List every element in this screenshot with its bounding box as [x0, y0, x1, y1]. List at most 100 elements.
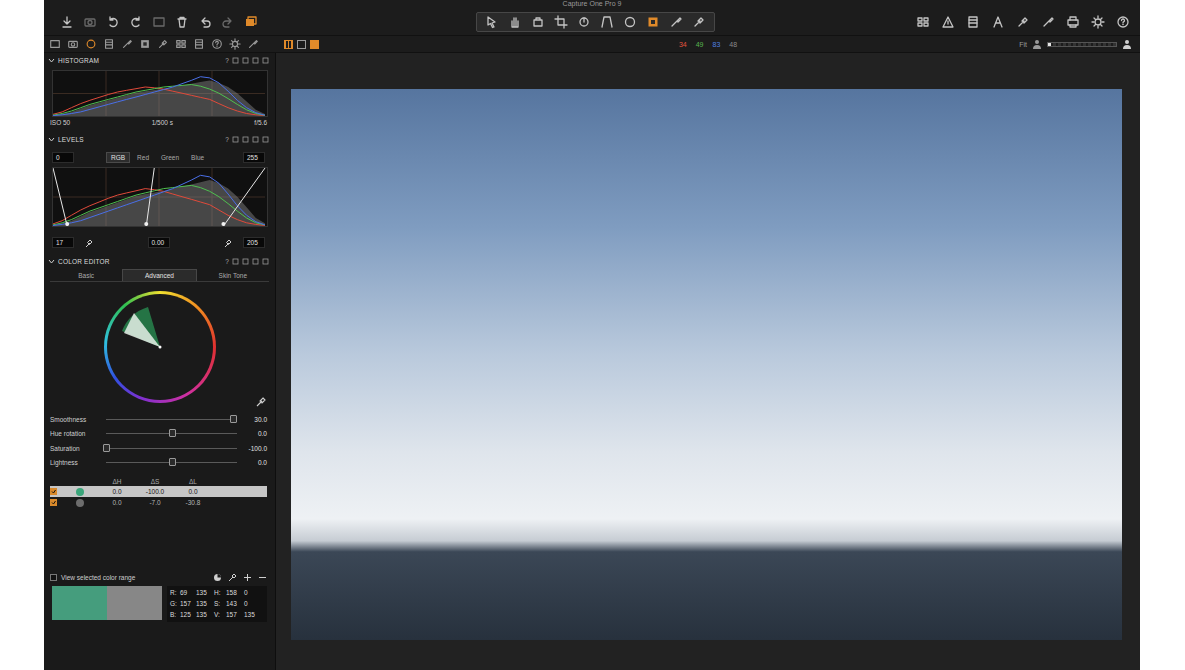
- rotate-left-icon[interactable]: [106, 15, 120, 29]
- view-range-checkbox[interactable]: [50, 574, 57, 581]
- viewer-mode-button[interactable]: [310, 40, 319, 49]
- help-icon[interactable]: [1116, 15, 1130, 29]
- levels-handle-line[interactable]: [53, 168, 67, 226]
- pie-icon[interactable]: [213, 573, 222, 582]
- row-checkbox[interactable]: [50, 499, 57, 506]
- color-editor-tab[interactable]: Basic: [50, 269, 122, 281]
- auto-icon[interactable]: [232, 258, 239, 265]
- white-picker-icon[interactable]: [223, 238, 233, 248]
- levels-handle[interactable]: [65, 222, 69, 226]
- color-wheel[interactable]: [104, 291, 216, 403]
- tool-tab[interactable]: [102, 38, 115, 50]
- channel-tab[interactable]: RGB: [106, 152, 130, 163]
- picker-icon[interactable]: [228, 573, 237, 582]
- add-icon[interactable]: [243, 573, 252, 582]
- text-overlay-icon[interactable]: [991, 15, 1005, 29]
- levels-handle-line[interactable]: [223, 168, 265, 226]
- warning-icon[interactable]: [941, 15, 955, 29]
- user-icon[interactable]: [1122, 39, 1132, 49]
- circle-icon[interactable]: [623, 15, 637, 29]
- tool-tab[interactable]: [192, 38, 205, 50]
- slider-value[interactable]: 0.0: [241, 459, 267, 466]
- reset-icon[interactable]: [242, 57, 249, 64]
- color-editor-tab[interactable]: Advanced: [122, 269, 196, 281]
- tool-tab[interactable]: [246, 38, 259, 50]
- slider-handle[interactable]: [230, 415, 237, 423]
- auto-icon[interactable]: [232, 136, 239, 143]
- print-icon[interactable]: [1066, 15, 1080, 29]
- channel-tab[interactable]: Red: [132, 152, 154, 163]
- brush-icon[interactable]: [1041, 15, 1055, 29]
- input-high-field[interactable]: 205: [243, 237, 265, 248]
- grid-icon[interactable]: [916, 15, 930, 29]
- more-icon[interactable]: [262, 136, 269, 143]
- rotate-right-icon[interactable]: [129, 15, 143, 29]
- slider-track[interactable]: [106, 462, 237, 463]
- reset-icon[interactable]: [242, 136, 249, 143]
- gear-icon[interactable]: [1091, 15, 1105, 29]
- channel-tab[interactable]: Blue: [186, 152, 209, 163]
- picker-icon[interactable]: [692, 15, 706, 29]
- reset-icon[interactable]: [242, 258, 249, 265]
- panel-header[interactable]: LEVELS?: [48, 134, 269, 144]
- selection-wedge-icon[interactable]: [104, 291, 216, 403]
- rotate-icon[interactable]: [577, 15, 591, 29]
- slider-handle[interactable]: [169, 429, 176, 437]
- row-checkbox[interactable]: [50, 488, 57, 495]
- slider-value[interactable]: 30.0: [241, 416, 267, 423]
- keystone-icon[interactable]: [600, 15, 614, 29]
- more-icon[interactable]: [262, 258, 269, 265]
- panel-header[interactable]: HISTOGRAM?: [48, 55, 269, 65]
- channel-tab[interactable]: Green: [156, 152, 184, 163]
- camera-icon[interactable]: [83, 15, 97, 29]
- tool-tab[interactable]: [84, 38, 97, 50]
- redo-icon[interactable]: [221, 15, 235, 29]
- slider-handle[interactable]: [169, 458, 176, 466]
- pointer-icon[interactable]: [485, 15, 499, 29]
- hand-icon[interactable]: [508, 15, 522, 29]
- input-low-field[interactable]: 17: [52, 237, 74, 248]
- batch-icon[interactable]: [152, 15, 166, 29]
- undo-icon[interactable]: [198, 15, 212, 29]
- picker-icon[interactable]: [1016, 15, 1030, 29]
- copy-adjustments-icon[interactable]: [244, 15, 258, 29]
- trash-icon[interactable]: [175, 15, 189, 29]
- crop-icon[interactable]: [554, 15, 568, 29]
- help-button[interactable]: ?: [225, 258, 229, 265]
- midtone-field[interactable]: 0.00: [148, 237, 170, 248]
- remove-icon[interactable]: [258, 573, 267, 582]
- tool-tab[interactable]: [48, 38, 61, 50]
- mask-icon[interactable]: [646, 15, 660, 29]
- slider-track[interactable]: [106, 448, 237, 449]
- presets-icon[interactable]: [252, 258, 259, 265]
- viewer-mode-button[interactable]: [284, 40, 293, 49]
- levels-handle-line[interactable]: [146, 168, 154, 226]
- viewer-mode-button[interactable]: [297, 40, 306, 49]
- tool-tab[interactable]: [138, 38, 151, 50]
- zoom-label[interactable]: Fit: [1019, 41, 1027, 48]
- levels-handle[interactable]: [144, 222, 148, 226]
- loupe-icon[interactable]: [531, 15, 545, 29]
- color-editor-tab[interactable]: Skin Tone: [197, 269, 269, 281]
- help-button[interactable]: ?: [225, 57, 229, 64]
- tool-tab[interactable]: [156, 38, 169, 50]
- slider-value[interactable]: 0.0: [241, 430, 267, 437]
- more-icon[interactable]: [262, 57, 269, 64]
- brush-icon[interactable]: [669, 15, 683, 29]
- color-range-row[interactable]: 0.0-7.0-30.8: [50, 497, 267, 508]
- collapse-icon[interactable]: [48, 136, 55, 143]
- slider-track[interactable]: [106, 433, 237, 434]
- output-low-field[interactable]: 0: [52, 152, 74, 163]
- presets-icon[interactable]: [252, 136, 259, 143]
- slider-handle[interactable]: [103, 444, 110, 452]
- tool-tab[interactable]: [228, 38, 241, 50]
- view-range-label[interactable]: View selected color range: [61, 574, 135, 581]
- picker-icon[interactable]: [255, 396, 267, 408]
- auto-icon[interactable]: [232, 57, 239, 64]
- help-button[interactable]: ?: [225, 136, 229, 143]
- tool-tab[interactable]: [66, 38, 79, 50]
- zoom-slider[interactable]: [1047, 42, 1117, 47]
- tool-tab[interactable]: [210, 38, 223, 50]
- tool-tab[interactable]: [120, 38, 133, 50]
- import-icon[interactable]: [60, 15, 74, 29]
